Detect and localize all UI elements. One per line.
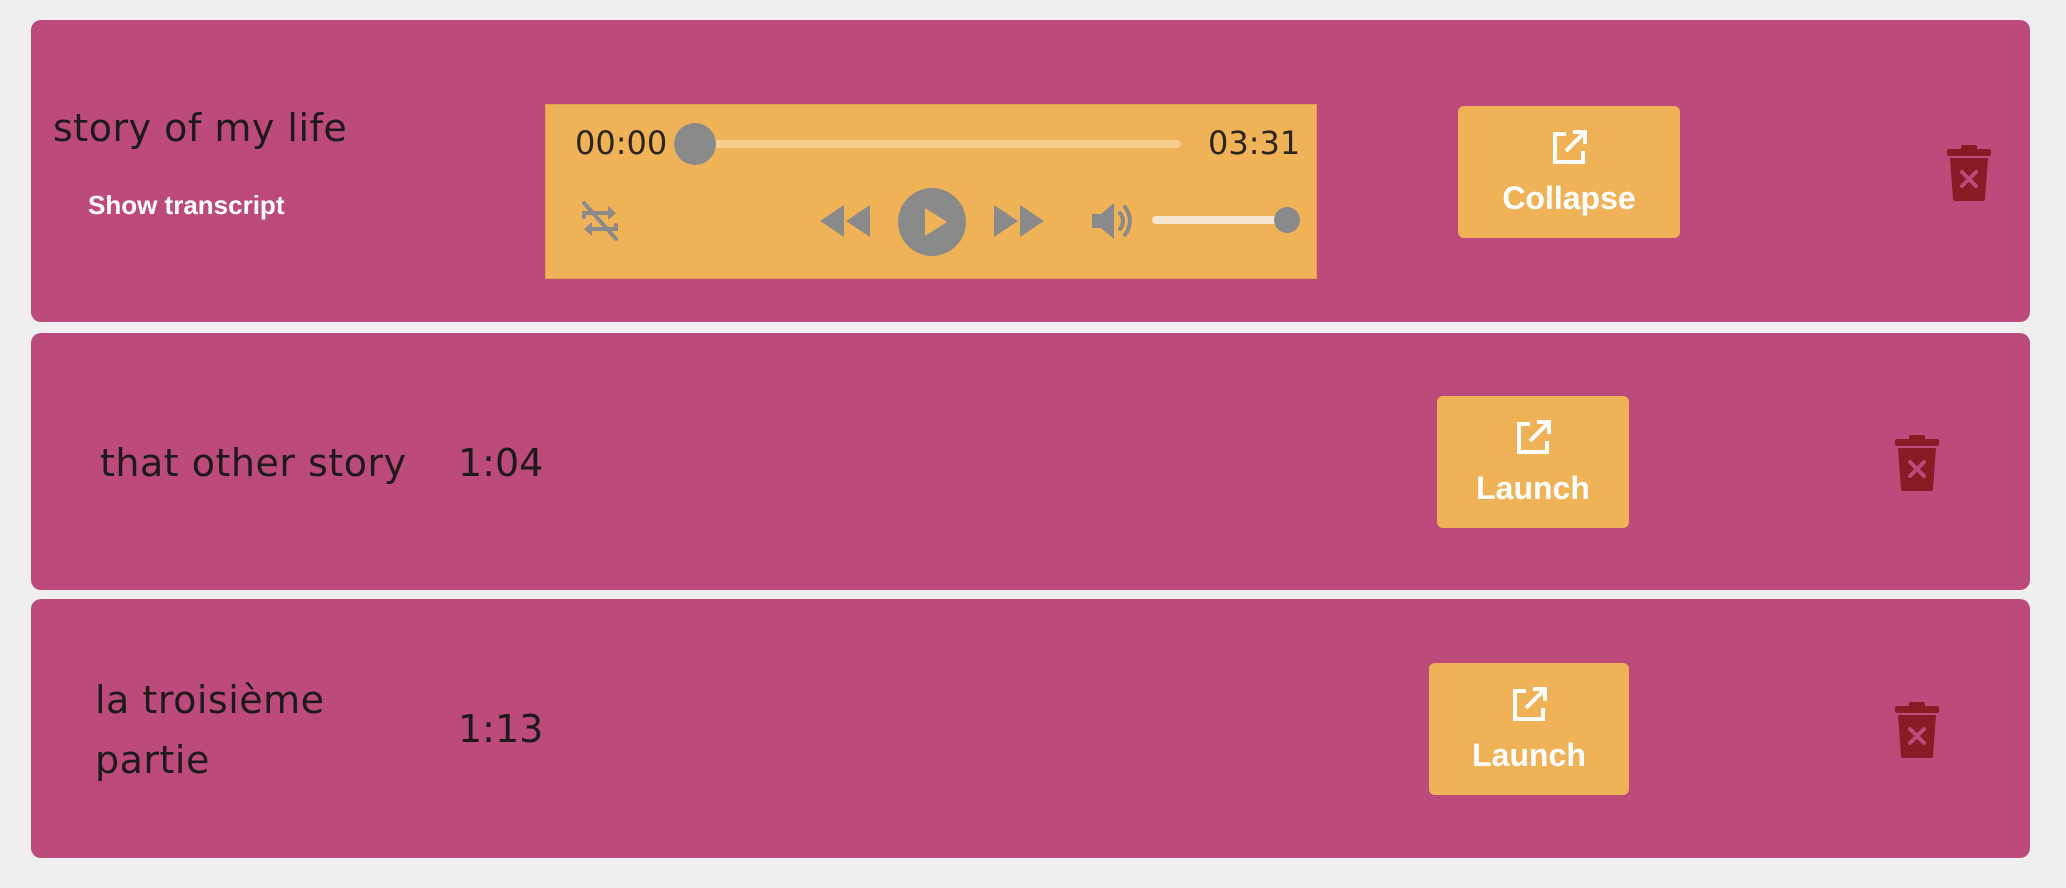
- story-title-line2: partie: [95, 738, 210, 782]
- current-time: 00:00: [575, 124, 668, 162]
- show-transcript-link[interactable]: Show transcript: [88, 190, 284, 221]
- story-card-expanded: story of my life Show transcript 00:00 0…: [31, 20, 2030, 322]
- launch-button[interactable]: Launch: [1437, 396, 1629, 528]
- rewind-icon[interactable]: [816, 201, 872, 241]
- volume-track[interactable]: [1152, 216, 1290, 224]
- launch-button-label: Launch: [1472, 737, 1586, 773]
- total-time: 03:31: [1208, 124, 1301, 162]
- trash-icon[interactable]: [1895, 435, 1939, 491]
- collapse-button-label: Collapse: [1502, 180, 1636, 216]
- external-link-icon: [1553, 130, 1587, 164]
- trash-icon[interactable]: [1895, 702, 1939, 758]
- progress-track[interactable]: [696, 140, 1181, 148]
- external-link-icon: [1513, 687, 1547, 721]
- fast-forward-icon[interactable]: [992, 201, 1048, 241]
- volume-knob[interactable]: [1274, 207, 1300, 233]
- external-link-icon: [1517, 420, 1551, 454]
- audio-player: 00:00 03:31: [545, 104, 1317, 279]
- story-duration: 1:04: [458, 441, 544, 485]
- story-title-line1: la troisième: [95, 678, 325, 722]
- trash-icon[interactable]: [1947, 145, 1991, 201]
- story-card: that other story 1:04 Launch: [31, 333, 2030, 590]
- launch-button[interactable]: Launch: [1429, 663, 1629, 795]
- collapse-button[interactable]: Collapse: [1458, 106, 1680, 238]
- story-title: story of my life: [53, 106, 348, 150]
- volume-icon[interactable]: [1090, 199, 1136, 243]
- play-icon[interactable]: [897, 187, 967, 257]
- story-card: la troisième partie 1:13 Launch: [31, 599, 2030, 858]
- progress-knob[interactable]: [674, 123, 716, 165]
- story-duration: 1:13: [458, 707, 544, 751]
- story-title: that other story: [100, 441, 407, 485]
- loop-off-icon[interactable]: [578, 199, 622, 243]
- launch-button-label: Launch: [1476, 470, 1590, 506]
